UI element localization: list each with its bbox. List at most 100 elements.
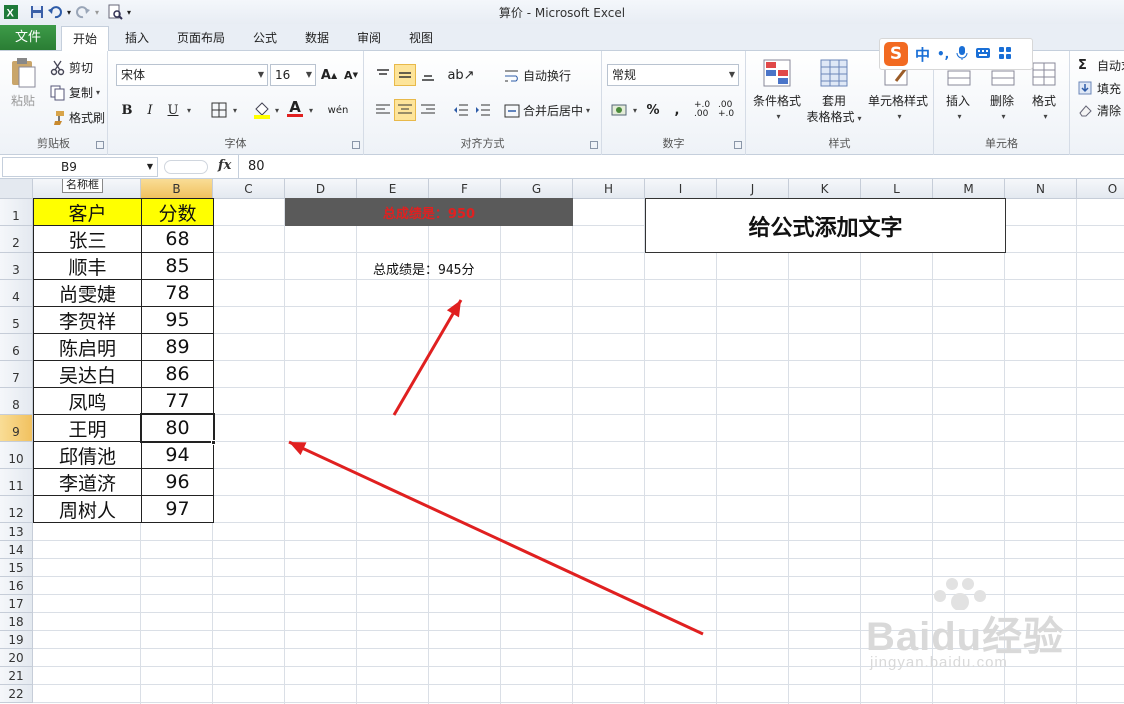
table-cell[interactable]: 凤鸣 [33,387,142,415]
table-cell[interactable]: 王明 [33,414,142,442]
row-header[interactable]: 17 [0,595,33,613]
column-header[interactable]: D [285,179,357,199]
table-header-cell[interactable]: 客户 [33,198,142,226]
tab-page-layout[interactable]: 页面布局 [168,26,234,51]
row-header[interactable]: 3 [0,253,33,280]
tab-formulas[interactable]: 公式 [244,26,286,51]
shrink-font-button[interactable]: A ▼ [340,64,362,86]
table-cell[interactable]: 68 [141,225,214,253]
table-cell[interactable]: 85 [141,252,214,280]
total-score-text[interactable]: 总成绩是：945分 [373,259,474,278]
row-header[interactable]: 10 [0,442,33,469]
worksheet-grid[interactable]: ABCDEFGHIJKLMNO1234567891011121314151617… [0,179,1124,704]
comma-button[interactable]: , [666,99,688,121]
name-box[interactable]: B9 ▼ [2,157,158,177]
orientation-button[interactable]: ab↗ [447,64,474,86]
align-middle-button[interactable] [394,64,416,86]
row-header[interactable]: 1 [0,199,33,226]
font-name-select[interactable]: 宋体 ▼ [116,64,268,86]
table-cell[interactable]: 李道济 [33,468,142,496]
increase-indent-button[interactable] [472,99,494,121]
phonetic-button[interactable]: wén [327,99,349,121]
tab-data[interactable]: 数据 [296,26,338,51]
format-painter-button[interactable]: 格式刷 [50,109,105,126]
column-header[interactable]: H [573,179,645,199]
format-as-table-button[interactable]: 套用 表格格式 ▾ [802,57,866,127]
table-cell[interactable]: 吴达白 [33,360,142,388]
table-cell[interactable]: 张三 [33,225,142,253]
table-cell[interactable]: 陈启明 [33,333,142,361]
row-header[interactable]: 2 [0,226,33,253]
row-header[interactable]: 19 [0,631,33,649]
alignment-launcher-icon[interactable] [590,141,598,149]
align-center-button[interactable] [394,99,416,121]
currency-button[interactable] [608,99,630,121]
table-cell[interactable]: 李贺祥 [33,306,142,334]
font-launcher-icon[interactable] [352,141,360,149]
tab-review[interactable]: 审阅 [348,26,390,51]
wrap-text-button[interactable]: 自动换行 [504,67,571,84]
table-cell[interactable]: 94 [141,441,214,469]
cut-button[interactable]: 剪切 [50,59,93,76]
ime-chinese-mode[interactable]: 中 [915,44,930,65]
font-color-button[interactable]: A [284,97,306,119]
total-score-banner[interactable]: 总成绩是：950 [285,198,573,226]
tab-insert[interactable]: 插入 [116,26,158,51]
table-cell[interactable]: 96 [141,468,214,496]
decrease-decimal-button[interactable]: .00 +.0 [718,99,740,121]
clipboard-launcher-icon[interactable] [96,141,104,149]
currency-dropdown-icon[interactable]: ▾ [633,106,637,115]
underline-dropdown-icon[interactable]: ▾ [187,106,191,115]
column-header[interactable]: C [213,179,285,199]
font-size-select[interactable]: 16 ▼ [270,64,316,86]
fill-handle[interactable] [211,440,216,445]
paste-button[interactable]: 粘贴 [6,57,40,109]
fill-button[interactable]: 填充 [1078,80,1121,97]
merge-dropdown-icon[interactable]: ▾ [586,106,590,115]
table-cell[interactable]: 86 [141,360,214,388]
row-header[interactable]: 15 [0,559,33,577]
column-header[interactable]: M [933,179,1005,199]
align-left-button[interactable] [372,99,394,121]
bold-button[interactable]: B [116,99,138,121]
column-header[interactable]: N [1005,179,1077,199]
tab-file[interactable]: 文件 [0,25,56,50]
table-cell[interactable]: 78 [141,279,214,307]
column-header[interactable]: B [141,179,213,199]
number-launcher-icon[interactable] [734,141,742,149]
grow-font-button[interactable]: A ▲ [318,64,340,86]
decrease-indent-button[interactable] [450,99,472,121]
align-right-button[interactable] [417,99,439,121]
tab-view[interactable]: 视图 [400,26,442,51]
table-cell[interactable]: 邱倩池 [33,441,142,469]
table-cell[interactable]: 97 [141,495,214,523]
clear-button[interactable]: 清除 [1078,102,1121,119]
sogou-logo-icon[interactable]: S [884,42,908,66]
select-all-corner[interactable] [0,179,33,199]
row-header[interactable]: 18 [0,613,33,631]
merge-center-button[interactable]: 合并后居中 ▾ [504,102,590,119]
active-cell-selection[interactable] [140,413,215,443]
name-box-dropdown-icon[interactable]: ▼ [147,158,153,176]
percent-button[interactable]: % [642,99,664,121]
copy-dropdown-icon[interactable]: ▾ [96,88,100,97]
microphone-icon[interactable] [956,45,968,64]
row-header[interactable]: 11 [0,469,33,496]
borders-dropdown-icon[interactable]: ▾ [233,106,237,115]
formula-input[interactable]: 80 [248,159,265,174]
table-cell[interactable]: 95 [141,306,214,334]
column-header[interactable]: G [501,179,573,199]
number-format-select[interactable]: 常规 ▼ [607,64,739,86]
column-header[interactable]: L [861,179,933,199]
fill-color-button[interactable] [251,99,273,121]
font-color-dropdown-icon[interactable]: ▾ [309,106,313,115]
row-header[interactable]: 14 [0,541,33,559]
align-bottom-button[interactable] [417,64,439,86]
fill-color-dropdown-icon[interactable]: ▾ [275,106,279,115]
keyboard-icon[interactable] [975,47,991,62]
italic-button[interactable]: I [139,99,161,121]
row-header[interactable]: 5 [0,307,33,334]
insert-function-icon[interactable]: fx [218,158,231,173]
row-header[interactable]: 4 [0,280,33,307]
table-cell[interactable]: 顺丰 [33,252,142,280]
